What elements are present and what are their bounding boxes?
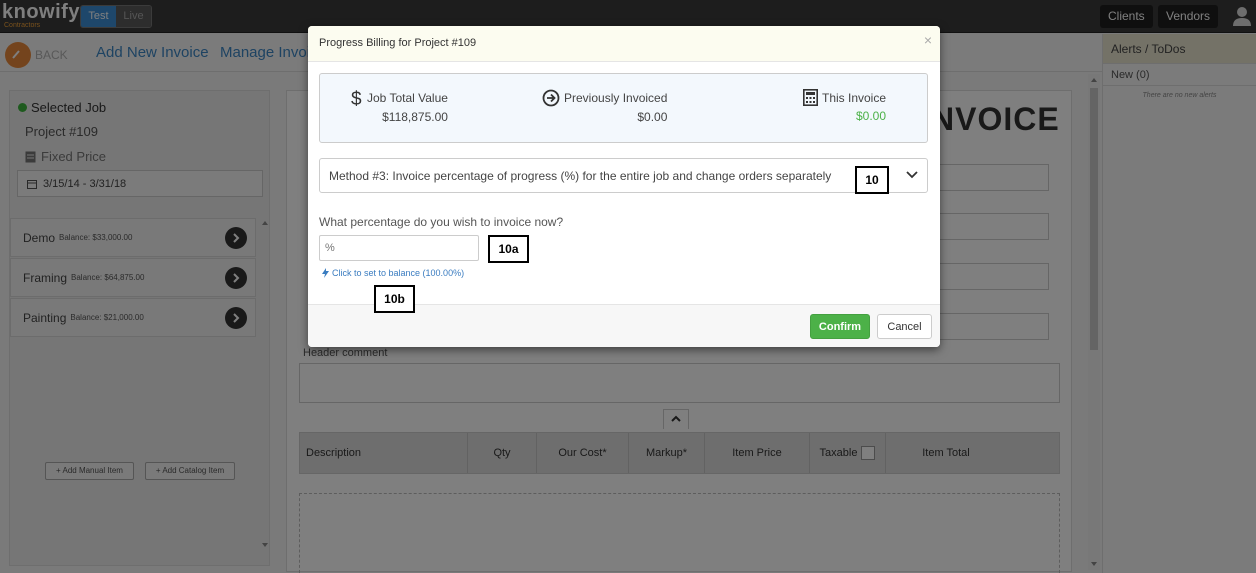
modal-title: Progress Billing for Project #109	[319, 37, 477, 49]
confirm-button[interactable]: Confirm	[810, 314, 870, 339]
close-icon[interactable]: ×	[924, 32, 932, 48]
previously-invoiced-summary: Previously Invoiced $0.00	[542, 89, 667, 124]
callout-10: 10	[855, 166, 889, 194]
svg-text:$: $	[351, 89, 362, 107]
percentage-input[interactable]	[319, 235, 479, 261]
arrow-circle-right-icon	[542, 89, 560, 107]
job-total-summary: $ Job Total Value $118,875.00	[351, 89, 448, 124]
dollar-icon: $	[351, 89, 362, 107]
cancel-button[interactable]: Cancel	[877, 314, 932, 339]
this-invoice-summary: This Invoice $0.00	[803, 89, 886, 123]
set-to-balance-link[interactable]: Click to set to balance (100.00%)	[322, 268, 464, 278]
chevron-down-icon	[906, 171, 918, 179]
billing-method-select[interactable]: Method #3: Invoice percentage of progres…	[319, 158, 928, 193]
callout-10a: 10a	[488, 235, 529, 263]
callout-10b: 10b	[374, 285, 415, 313]
calculator-icon	[803, 89, 818, 106]
percentage-question: What percentage do you wish to invoice n…	[319, 215, 564, 229]
modal-header: Progress Billing for Project #109 ×	[308, 26, 940, 62]
lightning-icon	[322, 268, 329, 278]
billing-summary: $ Job Total Value $118,875.00 Previously…	[319, 73, 928, 143]
